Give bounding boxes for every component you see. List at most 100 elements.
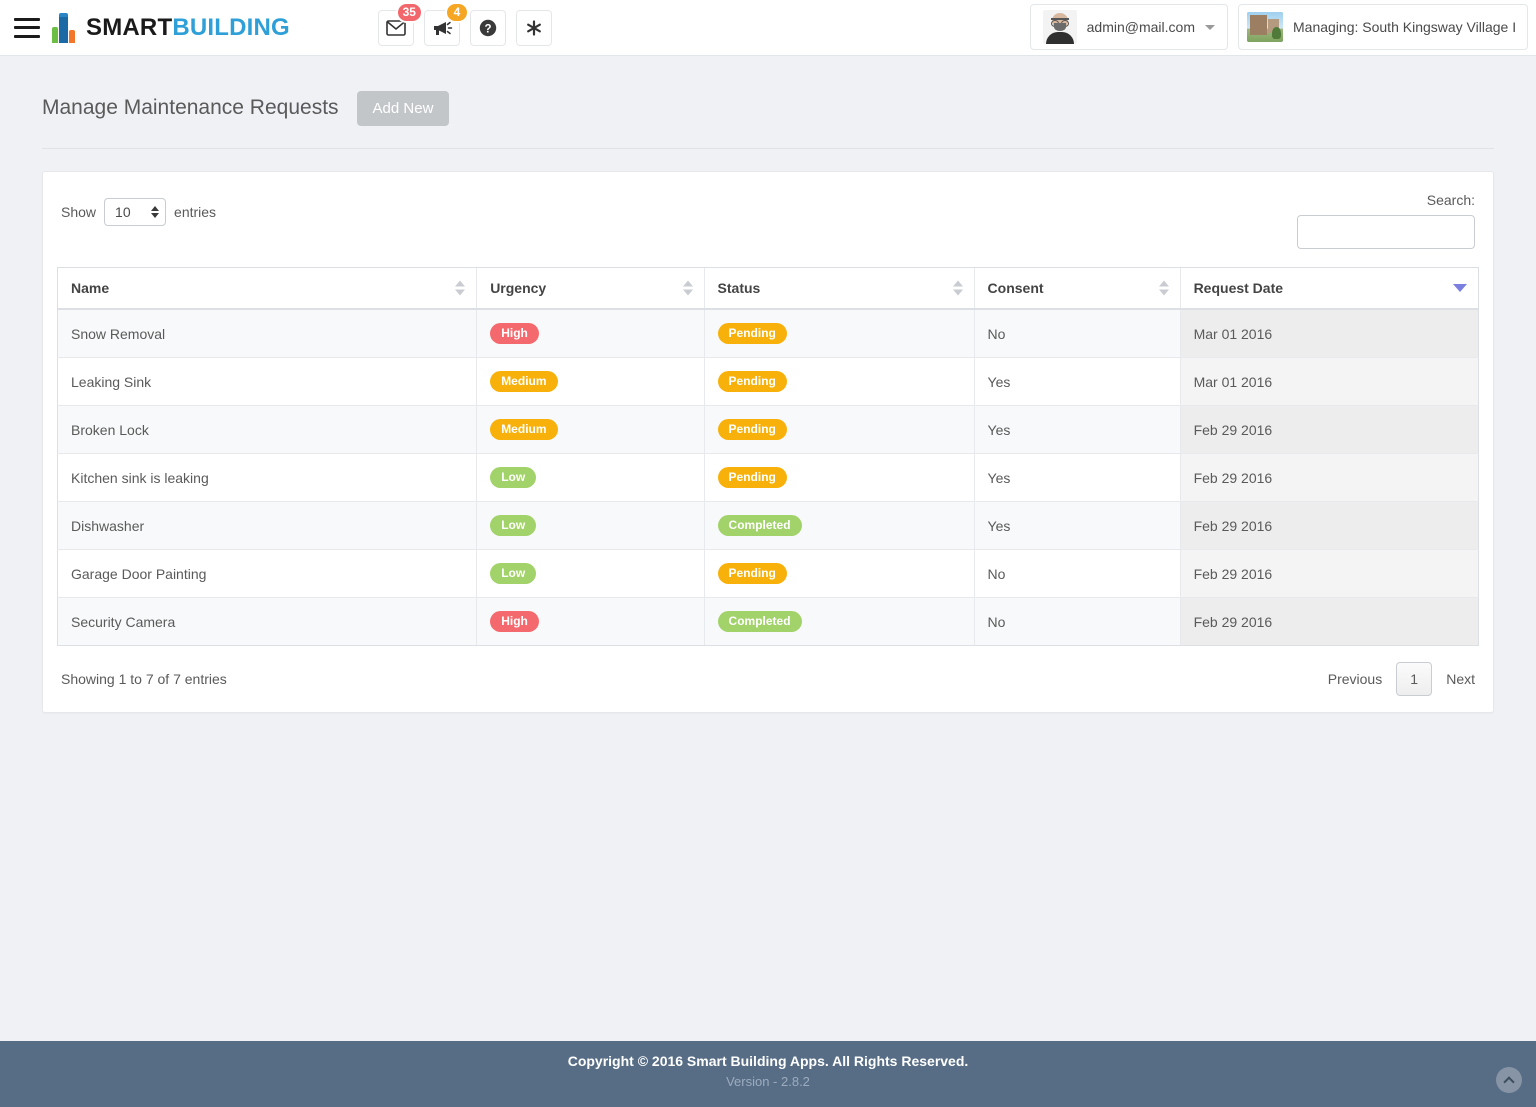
help-icon-button[interactable]: ?	[469, 9, 506, 46]
cell-name: Kitchen sink is leaking	[56, 453, 477, 503]
pagination-page-1[interactable]: 1	[1396, 662, 1433, 697]
page-length-select[interactable]: 10 25 50 100	[104, 198, 167, 227]
cell-status: Pending	[703, 309, 975, 359]
urgency-badge: Low	[490, 467, 537, 489]
page-header: Manage Maintenance Requests Add New	[42, 56, 1494, 150]
user-menu-button[interactable]: admin@mail.com	[1029, 4, 1228, 50]
sort-indicator-icon	[1158, 280, 1169, 296]
chevron-down-icon	[1205, 24, 1215, 30]
cell-name: Garage Door Painting	[56, 549, 477, 599]
brand-text-building: BUILDING	[172, 13, 290, 41]
page-title: Manage Maintenance Requests	[42, 96, 339, 120]
status-badge: Pending	[717, 563, 787, 585]
cell-consent: No	[973, 549, 1181, 599]
property-thumbnail	[1247, 12, 1283, 42]
cell-name: Broken Lock	[56, 405, 477, 455]
cell-urgency: Medium	[476, 405, 705, 455]
cell-status: Pending	[703, 405, 975, 455]
announcements-icon-button[interactable]: 4	[423, 1, 469, 46]
pagination-previous[interactable]: Previous	[1328, 671, 1382, 687]
entries-info-label: Showing 1 to 7 of 7 entries	[61, 671, 227, 688]
table-row[interactable]: Broken Lock Medium Pending Yes Feb 29 2016	[56, 405, 1480, 455]
sort-indicator-icon	[455, 280, 466, 296]
status-badge: Pending	[717, 467, 787, 489]
table-row[interactable]: Garage Door Painting Low Pending No Feb 29 2…	[56, 549, 1480, 599]
column-header-request-date[interactable]: Request Date	[1179, 267, 1480, 311]
column-label: Status	[717, 280, 761, 297]
messages-icon-button[interactable]: 35	[377, 1, 423, 46]
urgency-badge: High	[490, 323, 539, 345]
column-header-consent[interactable]: Consent	[973, 267, 1181, 311]
add-new-button[interactable]: Add New	[356, 90, 450, 126]
top-navigation-bar: SMARTBUILDING 35 4 ? admin@mail.com Mana…	[0, 0, 1536, 56]
question-mark-icon: ?	[479, 19, 497, 36]
status-badge: Pending	[717, 323, 787, 345]
search-input[interactable]	[1297, 215, 1475, 250]
search-label: Search:	[1426, 192, 1475, 209]
site-footer: Copyright © 2016 Smart Building Apps. Al…	[0, 1041, 1536, 1107]
messages-badge: 35	[395, 1, 423, 23]
page-length-control: Show 10 25 50 100 entries	[61, 192, 217, 227]
building-bars-icon	[52, 12, 78, 43]
apps-icon-button[interactable]	[515, 9, 552, 46]
cell-consent: No	[973, 597, 1181, 647]
cell-consent: No	[973, 309, 1181, 359]
table-row[interactable]: Leaking Sink Medium Pending Yes Mar 01 2016	[56, 357, 1480, 407]
scroll-to-top-button[interactable]	[1496, 1067, 1522, 1093]
datatable-controls: Show 10 25 50 100 entries Search:	[57, 192, 1479, 250]
datatable-footer: Showing 1 to 7 of 7 entries Previous 1 N…	[57, 646, 1479, 697]
sort-indicator-icon	[952, 280, 963, 296]
column-header-name[interactable]: Name	[56, 267, 477, 311]
table-row[interactable]: Dishwasher Low Completed Yes Feb 29 2016	[56, 501, 1480, 551]
sort-descending-icon	[1453, 284, 1467, 293]
table-row[interactable]: Snow Removal High Pending No Mar 01 2016	[56, 309, 1480, 359]
cell-status: Completed	[703, 501, 975, 551]
cell-request-date: Mar 01 2016	[1179, 357, 1480, 407]
status-badge: Completed	[717, 515, 802, 537]
cell-request-date: Feb 29 2016	[1179, 549, 1480, 599]
urgency-badge: Medium	[490, 419, 558, 441]
cell-name: Snow Removal	[56, 309, 477, 359]
announcements-badge: 4	[444, 1, 469, 23]
urgency-badge: Medium	[490, 371, 558, 393]
sort-indicator-icon	[682, 280, 693, 296]
urgency-badge: Low	[490, 515, 537, 537]
cell-consent: Yes	[973, 501, 1181, 551]
cell-request-date: Feb 29 2016	[1179, 405, 1480, 455]
cell-request-date: Feb 29 2016	[1179, 501, 1480, 551]
managed-property-selector[interactable]: Managing: South Kingsway Village I	[1238, 4, 1528, 50]
cell-urgency: Low	[476, 453, 705, 503]
cell-consent: Yes	[973, 357, 1181, 407]
cell-consent: Yes	[973, 405, 1181, 455]
page-length-select-wrap: 10 25 50 100	[104, 198, 167, 227]
svg-text:?: ?	[484, 23, 491, 35]
cell-request-date: Mar 01 2016	[1179, 309, 1480, 359]
cell-name: Leaking Sink	[56, 357, 477, 407]
managed-property-label: Managing: South Kingsway Village I	[1293, 19, 1515, 35]
column-label: Urgency	[490, 280, 547, 297]
maintenance-requests-card: Show 10 25 50 100 entries Search:	[42, 171, 1494, 714]
status-badge: Pending	[717, 419, 787, 441]
pagination-next[interactable]: Next	[1446, 671, 1475, 687]
cell-request-date: Feb 29 2016	[1179, 453, 1480, 503]
brand-logo[interactable]: SMARTBUILDING	[52, 12, 290, 43]
status-badge: Pending	[717, 371, 787, 393]
status-badge: Completed	[717, 611, 802, 633]
version-text: Version - 2.8.2	[726, 1074, 810, 1089]
user-email-label: admin@mail.com	[1086, 19, 1195, 35]
column-label: Name	[71, 280, 110, 297]
table-body: Snow Removal High Pending No Mar 01 2016 Leak…	[56, 309, 1480, 647]
entries-label: entries	[174, 204, 217, 221]
hamburger-menu-icon[interactable]	[14, 17, 40, 38]
maintenance-requests-table: Name Urgency Status Consent Request Date	[56, 267, 1480, 647]
column-label: Consent	[987, 280, 1044, 297]
cell-urgency: Medium	[476, 357, 705, 407]
column-header-urgency[interactable]: Urgency	[476, 267, 705, 311]
column-header-status[interactable]: Status	[703, 267, 975, 311]
cell-urgency: Low	[476, 549, 705, 599]
cell-status: Completed	[703, 597, 975, 647]
cell-status: Pending	[703, 357, 975, 407]
table-row[interactable]: Security Camera High Completed No Feb 29 201…	[56, 597, 1480, 647]
urgency-badge: High	[490, 611, 539, 633]
table-row[interactable]: Kitchen sink is leaking Low Pending Yes Feb …	[56, 453, 1480, 503]
